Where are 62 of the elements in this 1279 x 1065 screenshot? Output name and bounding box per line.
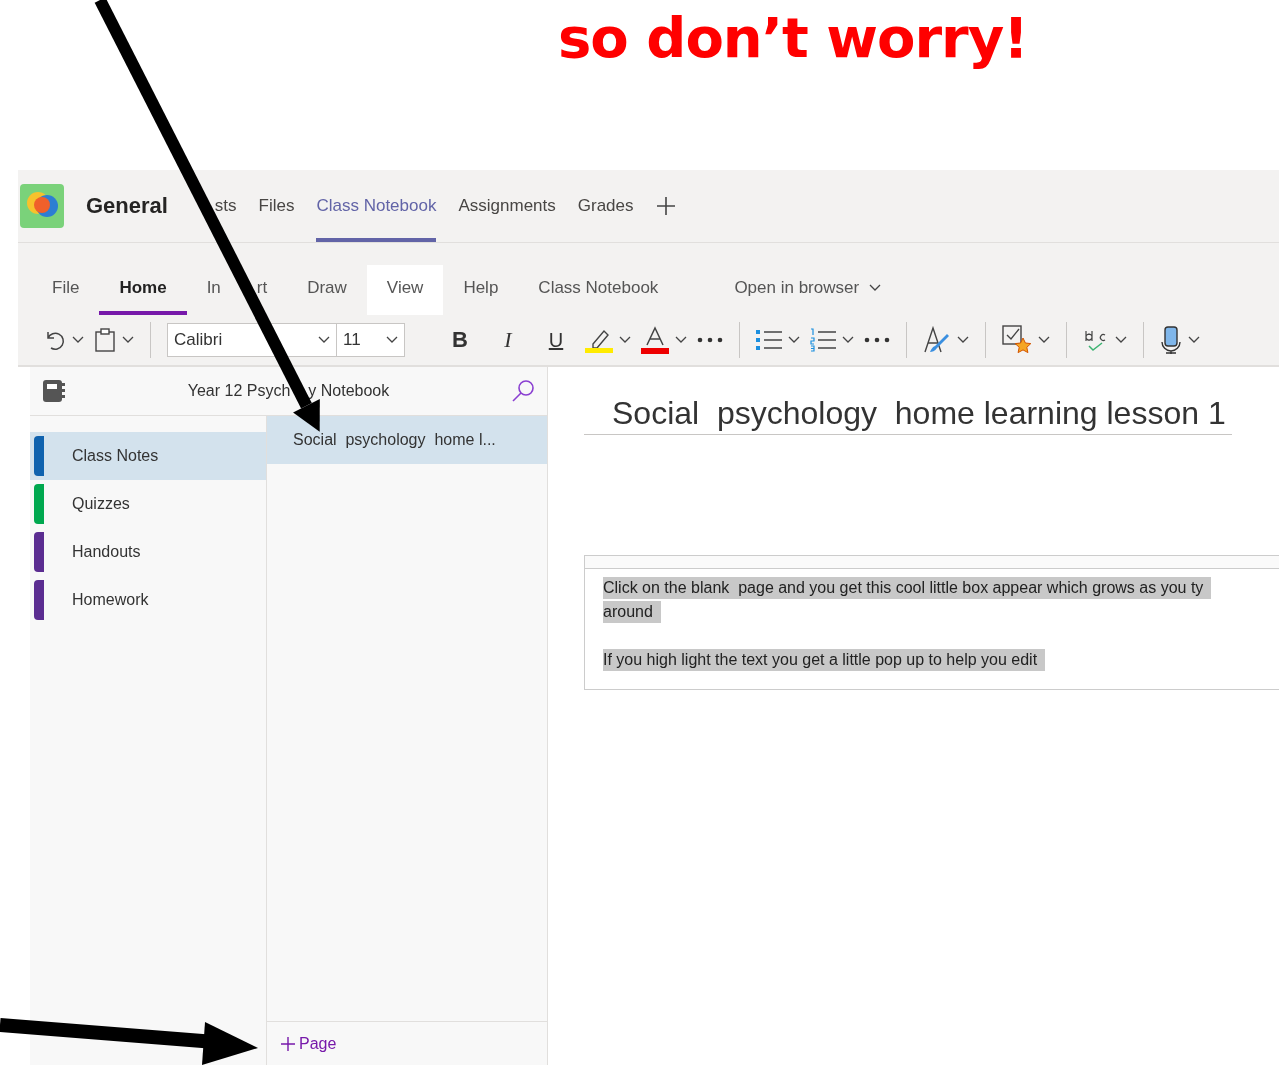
chevron-down-icon[interactable]: [122, 336, 134, 344]
font-name-field[interactable]: Calibri: [167, 323, 337, 357]
chevron-down-icon[interactable]: [842, 336, 854, 344]
ribbon-tab[interactable]: View: [366, 265, 444, 315]
section-item[interactable]: Class Notes: [30, 432, 266, 480]
plus-icon: [281, 1036, 295, 1051]
bold-button[interactable]: B: [441, 326, 479, 354]
undo-icon[interactable]: [44, 329, 66, 351]
add-page-button[interactable]: Page: [267, 1021, 547, 1065]
section-item[interactable]: Quizzes: [30, 480, 266, 528]
highlighted-text: Click on the blank page and you get this cool little box appear which grows as you ty: [603, 577, 1212, 599]
chevron-down-icon[interactable]: [869, 284, 882, 292]
page-item[interactable]: Social psychology home l...: [267, 416, 547, 464]
font-color-icon[interactable]: [641, 326, 669, 354]
chevron-down-icon[interactable]: [1188, 336, 1200, 344]
numbered-list-icon[interactable]: [810, 328, 836, 352]
italic-button[interactable]: I: [489, 326, 527, 354]
underline-button[interactable]: U: [537, 327, 575, 353]
section-item[interactable]: Handouts: [30, 528, 266, 576]
ribbon-tab[interactable]: Home: [99, 265, 187, 315]
section-item[interactable]: Homework: [30, 576, 266, 624]
chevron-down-icon[interactable]: [72, 336, 84, 344]
page-title[interactable]: Social psychology home learning lesson 1: [584, 395, 1232, 435]
highlighter-icon[interactable]: [585, 327, 613, 353]
clipboard-icon[interactable]: [94, 328, 116, 352]
channel-tab[interactable]: sts: [189, 170, 237, 242]
microphone-icon[interactable]: [1160, 326, 1182, 354]
more-icon[interactable]: [864, 337, 890, 343]
app-logo-icon: [20, 184, 64, 228]
chevron-down-icon[interactable]: [675, 336, 687, 344]
chevron-down-icon[interactable]: [318, 336, 330, 344]
highlighted-text: around: [603, 601, 661, 623]
notebook-title: Year 12 Psych y Notebook: [186, 382, 391, 400]
ribbon-tab[interactable]: Class Notebook: [518, 265, 679, 315]
chevron-down-icon[interactable]: [1038, 336, 1050, 344]
channel-tab[interactable]: Grades: [577, 170, 634, 242]
highlighted-text: If you high light the text you get a little pop up to help you edit: [603, 649, 1046, 671]
add-tab-icon[interactable]: [655, 196, 676, 216]
checkbox-star-icon[interactable]: [1002, 325, 1032, 355]
chevron-down-icon[interactable]: [957, 336, 969, 344]
search-icon[interactable]: [511, 379, 535, 403]
styles-brush-icon[interactable]: [923, 326, 951, 354]
team-name: General: [86, 193, 168, 219]
font-size-field[interactable]: 11: [337, 323, 405, 357]
headline: so don’t worry!: [558, 4, 1028, 72]
ribbon-tab[interactable]: In rt: [186, 265, 288, 315]
channel-tab[interactable]: Files: [258, 170, 295, 242]
note-handle-bar[interactable]: [585, 556, 1279, 569]
note-container[interactable]: Click on the blank page and you get this cool little box appear which grows as you ty around If you high light the text you get a little pop up to help you edit: [584, 555, 1279, 690]
chevron-down-icon[interactable]: [1115, 336, 1127, 344]
chevron-down-icon[interactable]: [788, 336, 800, 344]
ribbon-tab[interactable]: Draw: [287, 265, 367, 315]
ribbon-tab[interactable]: Help: [443, 265, 519, 315]
more-icon[interactable]: [697, 337, 723, 343]
notebook-icon[interactable]: [42, 379, 66, 403]
channel-tab[interactable]: Assignments: [458, 170, 556, 242]
ribbon-tab[interactable]: Open in browser: [714, 265, 902, 315]
ribbon-tab[interactable]: File: [32, 265, 100, 315]
chevron-down-icon[interactable]: [386, 336, 398, 344]
bullet-list-icon[interactable]: [756, 328, 782, 352]
chevron-down-icon[interactable]: [619, 336, 631, 344]
channel-tab[interactable]: Class Notebook: [316, 170, 437, 242]
